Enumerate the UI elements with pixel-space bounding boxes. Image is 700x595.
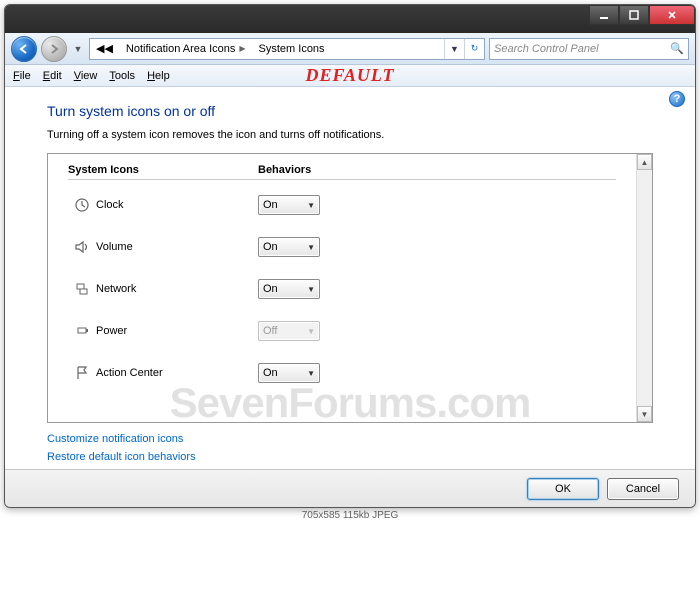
- breadcrumb-seg1[interactable]: Notification Area Icons ▶: [120, 39, 253, 59]
- behavior-dropdown[interactable]: On ▼: [258, 363, 320, 383]
- menu-tools[interactable]: Tools: [109, 70, 135, 82]
- menu-help[interactable]: Help: [147, 70, 170, 82]
- control-panel-icon: ◀◀: [96, 42, 113, 55]
- chevron-right-icon: ▶: [239, 44, 245, 53]
- image-metadata: 705x585 115kb JPEG: [4, 510, 696, 521]
- chevron-down-icon: ▼: [307, 201, 315, 210]
- icon-name: Network: [96, 283, 258, 295]
- dropdown-value: On: [263, 283, 278, 295]
- ok-button[interactable]: OK: [527, 478, 599, 500]
- cancel-button[interactable]: Cancel: [607, 478, 679, 500]
- volume-icon: [68, 239, 96, 255]
- dropdown-value: On: [263, 241, 278, 253]
- page-subtext: Turning off a system icon removes the ic…: [47, 129, 673, 141]
- button-bar: OK Cancel: [5, 469, 695, 507]
- icon-row: Clock On ▼: [68, 184, 616, 226]
- chevron-down-icon: ▼: [307, 327, 315, 336]
- icon-row: Action Center On ▼: [68, 352, 616, 394]
- address-bar[interactable]: ◀◀ Notification Area Icons ▶ System Icons…: [89, 38, 485, 60]
- help-icon[interactable]: ?: [669, 91, 685, 107]
- history-dropdown[interactable]: ▼: [71, 44, 85, 54]
- behavior-dropdown[interactable]: On ▼: [258, 237, 320, 257]
- titlebar[interactable]: [5, 5, 695, 33]
- breadcrumb-seg2[interactable]: System Icons: [253, 39, 332, 59]
- power-icon: [68, 323, 96, 339]
- refresh-button[interactable]: ↻: [464, 39, 484, 59]
- icon-name: Volume: [96, 241, 258, 253]
- panel-body: System Icons Behaviors Clock On ▼ Volume On ▼…: [48, 154, 636, 422]
- behavior-dropdown[interactable]: On ▼: [258, 195, 320, 215]
- icon-row: Network On ▼: [68, 268, 616, 310]
- customize-link[interactable]: Customize notification icons: [47, 433, 673, 445]
- minimize-button[interactable]: [589, 5, 619, 25]
- icon-name: Clock: [96, 199, 258, 211]
- icon-name: Power: [96, 325, 258, 337]
- search-input[interactable]: Search Control Panel 🔍: [489, 38, 689, 60]
- page-title: Turn system icons on or off: [47, 103, 673, 119]
- breadcrumb-root[interactable]: ◀◀: [90, 39, 120, 59]
- restore-link[interactable]: Restore default icon behaviors: [47, 451, 673, 463]
- breadcrumb-label: System Icons: [259, 43, 325, 55]
- dropdown-value: On: [263, 199, 278, 211]
- chevron-down-icon: ▼: [307, 243, 315, 252]
- close-button[interactable]: [649, 5, 695, 25]
- nav-row: ▼ ◀◀ Notification Area Icons ▶ System Ico…: [5, 33, 695, 65]
- content-area: ? Turn system icons on or off Turning of…: [5, 87, 695, 469]
- menu-edit[interactable]: Edit: [43, 70, 62, 82]
- icons-panel: System Icons Behaviors Clock On ▼ Volume On ▼…: [47, 153, 653, 423]
- default-overlay: DEFAULT: [305, 65, 394, 86]
- network-icon: [68, 281, 96, 297]
- menu-view[interactable]: View: [74, 70, 98, 82]
- icon-row: Power Off ▼: [68, 310, 616, 352]
- col-system-icons: System Icons: [68, 164, 258, 180]
- scroll-track[interactable]: [637, 170, 652, 406]
- col-behaviors: Behaviors: [258, 164, 616, 180]
- search-icon: 🔍: [670, 42, 684, 55]
- dropdown-value: On: [263, 367, 278, 379]
- icon-name: Action Center: [96, 367, 258, 379]
- chevron-down-icon: ▼: [307, 369, 315, 378]
- icon-row: Volume On ▼: [68, 226, 616, 268]
- maximize-button[interactable]: [619, 5, 649, 25]
- scroll-down-button[interactable]: ▼: [637, 406, 652, 422]
- address-dropdown[interactable]: ▼: [444, 39, 464, 59]
- scroll-up-button[interactable]: ▲: [637, 154, 652, 170]
- dropdown-value: Off: [263, 325, 277, 337]
- back-button[interactable]: [11, 36, 37, 62]
- column-headers: System Icons Behaviors: [68, 164, 616, 180]
- menu-bar: File Edit View Tools Help DEFAULT: [5, 65, 695, 87]
- clock-icon: [68, 197, 96, 213]
- menu-file[interactable]: File: [13, 70, 31, 82]
- search-placeholder: Search Control Panel: [494, 43, 599, 55]
- scrollbar[interactable]: ▲ ▼: [636, 154, 652, 422]
- explorer-window: ▼ ◀◀ Notification Area Icons ▶ System Ico…: [4, 4, 696, 508]
- behavior-dropdown[interactable]: On ▼: [258, 279, 320, 299]
- window-buttons: [589, 5, 695, 25]
- flag-icon: [68, 365, 96, 381]
- chevron-down-icon: ▼: [307, 285, 315, 294]
- breadcrumb-label: Notification Area Icons: [126, 43, 235, 55]
- forward-button[interactable]: [41, 36, 67, 62]
- behavior-dropdown: Off ▼: [258, 321, 320, 341]
